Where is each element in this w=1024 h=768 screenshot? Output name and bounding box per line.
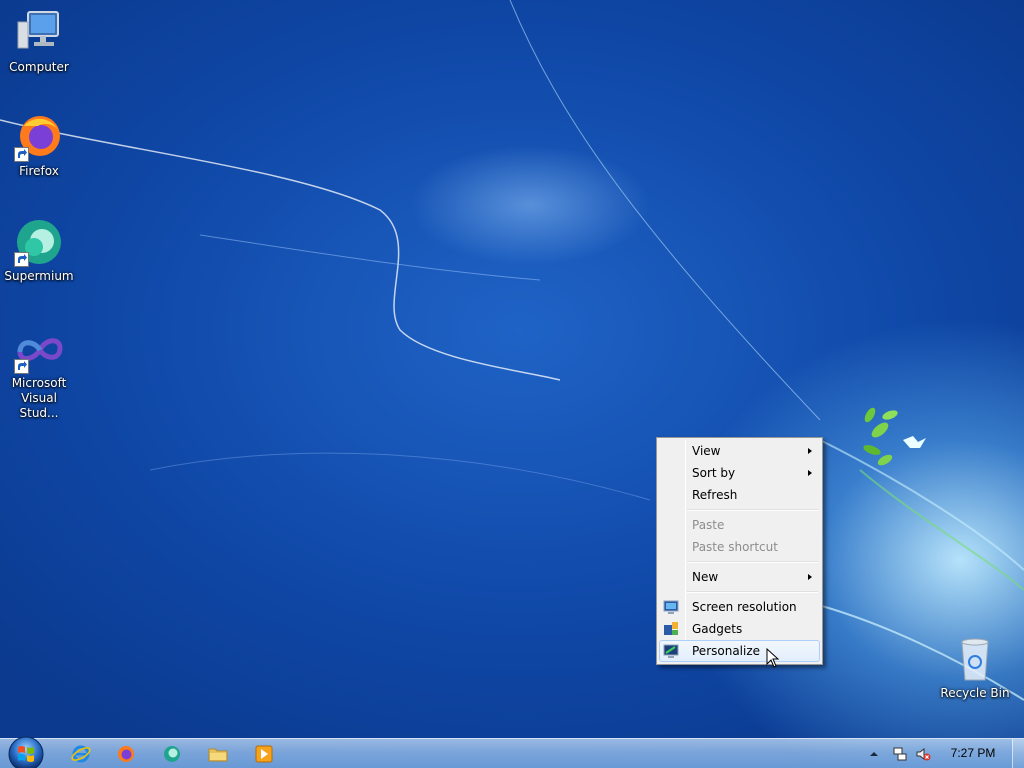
menu-item-view[interactable]: View	[659, 440, 820, 462]
firefox-icon	[14, 112, 64, 162]
internet-explorer-icon	[71, 745, 91, 763]
submenu-arrow-icon	[808, 470, 812, 476]
shortcut-arrow-icon	[14, 252, 29, 267]
desktop-context-menu: View Sort by Refresh Paste Paste shortcu…	[656, 437, 823, 665]
show-desktop-button[interactable]	[1012, 739, 1024, 768]
submenu-arrow-icon	[808, 574, 812, 580]
menu-item-refresh[interactable]: Refresh	[659, 484, 820, 506]
desktop-icon-label: Supermium	[4, 269, 74, 283]
desktop-icon-label: Computer	[9, 60, 69, 74]
menu-separator	[687, 509, 818, 511]
mouse-cursor-icon	[766, 648, 780, 668]
taskbar: 7:27 PM	[0, 736, 1024, 768]
submenu-arrow-icon	[808, 448, 812, 454]
desktop-icon-supermium[interactable]: Supermium	[0, 217, 78, 284]
desktop-icon-computer[interactable]: Computer	[0, 8, 78, 75]
recycle-bin-icon	[950, 636, 1000, 684]
menu-item-paste[interactable]: Paste	[659, 514, 820, 536]
file-explorer-icon	[208, 748, 228, 762]
gadgets-icon	[664, 622, 678, 635]
shortcut-arrow-icon	[14, 359, 29, 374]
computer-icon	[14, 8, 64, 58]
wallpaper-swirls	[0, 0, 1024, 701]
menu-separator	[687, 591, 818, 593]
visual-studio-icon	[14, 332, 64, 374]
leaves-decoration	[863, 407, 898, 466]
taskbar-media-player[interactable]	[242, 741, 286, 767]
desktop-icon-label: Firefox	[19, 164, 59, 178]
shortcut-arrow-icon	[14, 147, 29, 162]
taskbar-file-explorer[interactable]	[196, 741, 240, 767]
desktop-icon-visual-studio[interactable]: Microsoft Visual Stud...	[0, 332, 78, 421]
menu-item-gadgets[interactable]: Gadgets	[659, 618, 820, 640]
bird-decoration	[903, 436, 926, 448]
taskbar-firefox[interactable]	[104, 741, 148, 767]
clock-time[interactable]: 7:27 PM	[944, 746, 1002, 760]
network-icon[interactable]	[892, 746, 908, 762]
display-icon	[663, 600, 679, 614]
supermium-icon	[14, 217, 64, 267]
taskbar-supermium[interactable]	[150, 741, 194, 767]
desktop-icon-label: Microsoft Visual Stud...	[11, 376, 67, 420]
menu-item-screen-resolution[interactable]: Screen resolution	[659, 596, 820, 618]
menu-item-personalize[interactable]: Personalize	[659, 640, 820, 662]
menu-item-new[interactable]: New	[659, 566, 820, 588]
show-hidden-icons-icon[interactable]	[869, 746, 885, 762]
firefox-icon	[118, 746, 134, 762]
media-player-icon	[255, 745, 273, 763]
taskbar-internet-explorer[interactable]	[59, 741, 103, 767]
desktop-icon-firefox[interactable]: Firefox	[0, 112, 78, 179]
menu-separator	[687, 561, 818, 563]
desktop-icon-label: Recycle Bin	[940, 686, 1010, 700]
personalize-icon	[663, 644, 679, 658]
start-button[interactable]	[6, 734, 46, 768]
supermium-icon	[164, 746, 180, 762]
menu-item-sort-by[interactable]: Sort by	[659, 462, 820, 484]
volume-muted-icon[interactable]	[915, 746, 931, 762]
desktop-icon-recycle-bin[interactable]: Recycle Bin	[936, 636, 1014, 701]
menu-item-paste-shortcut[interactable]: Paste shortcut	[659, 536, 820, 558]
windows-logo-icon	[8, 736, 44, 768]
